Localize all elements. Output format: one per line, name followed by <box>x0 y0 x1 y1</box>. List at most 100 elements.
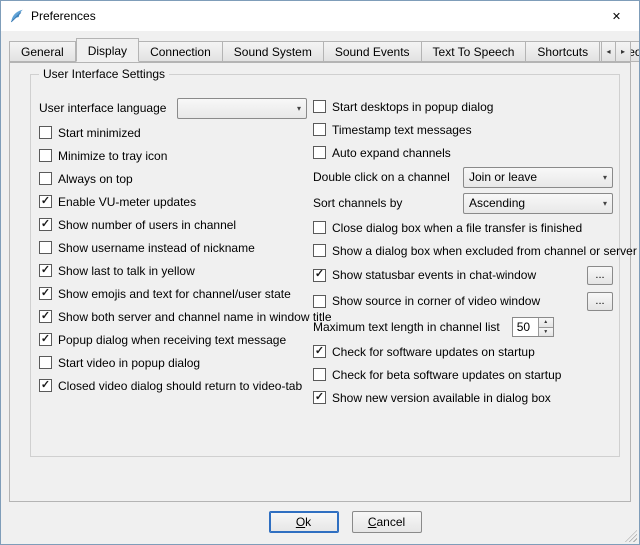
checkbox-row-window-title[interactable]: ✓ Show both server and channel name in w… <box>39 305 307 328</box>
checkbox-label: Show statusbar events in chat-window <box>332 268 536 282</box>
checkbox-row-user-count[interactable]: ✓ Show number of users in channel <box>39 213 307 236</box>
checkbox[interactable]: ✓ <box>39 310 52 323</box>
tab-text-to-speech[interactable]: Text To Speech <box>422 41 527 62</box>
cancel-button[interactable]: Cancel <box>352 511 422 533</box>
checkbox[interactable] <box>313 100 326 113</box>
checkbox-row-excluded-dialog[interactable]: Show a dialog box when excluded from cha… <box>313 239 613 262</box>
checkbox-row-desktop-popup[interactable]: Start desktops in popup dialog <box>313 95 613 118</box>
tab-label: Display <box>88 44 127 58</box>
checkbox[interactable] <box>313 295 326 308</box>
ellipsis-label: ... <box>595 270 604 281</box>
display-tab-pane: User Interface Settings User interface l… <box>9 62 631 502</box>
spinner-down-button[interactable]: ▼ <box>539 328 553 337</box>
checkbox-label: Close dialog box when a file transfer is… <box>332 221 582 235</box>
checkbox-row-updates[interactable]: ✓ Check for software updates on startup <box>313 340 613 363</box>
checkbox-label: Check for beta software updates on start… <box>332 368 561 382</box>
checkbox-row-minimize-tray[interactable]: Minimize to tray icon <box>39 144 307 167</box>
checkbox-row-timestamp[interactable]: Timestamp text messages <box>313 118 613 141</box>
max-text-length-spinner[interactable]: 50 ▲ ▼ <box>512 317 554 337</box>
tab-scroll-control: ◂ ▸ <box>601 41 631 62</box>
left-column: User interface language ▾ Start minimize… <box>39 95 307 397</box>
checkbox-row-video-popup[interactable]: Start video in popup dialog <box>39 351 307 374</box>
tab-connection[interactable]: Connection <box>139 41 223 62</box>
checkbox[interactable]: ✓ <box>39 218 52 231</box>
arrow-left-icon: ◂ <box>606 47 610 56</box>
checkbox[interactable]: ✓ <box>39 287 52 300</box>
tab-shortcuts[interactable]: Shortcuts <box>526 41 600 62</box>
checkbox[interactable] <box>313 146 326 159</box>
checkbox-row-file-transfer[interactable]: Close dialog box when a file transfer is… <box>313 216 613 239</box>
checkbox[interactable]: ✓ <box>313 391 326 404</box>
checkbox[interactable]: ✓ <box>313 345 326 358</box>
checkbox[interactable] <box>313 221 326 234</box>
checkbox-row-always-on-top[interactable]: Always on top <box>39 167 307 190</box>
checkbox[interactable] <box>39 149 52 162</box>
group-title: User Interface Settings <box>39 67 169 81</box>
checkbox-row-start-minimized[interactable]: Start minimized <box>39 121 307 144</box>
chevron-down-icon: ▾ <box>603 173 607 182</box>
tab-label: Sound Events <box>335 45 410 59</box>
checkbox-row-video-return[interactable]: ✓ Closed video dialog should return to v… <box>39 374 307 397</box>
checkbox-row-username[interactable]: Show username instead of nickname <box>39 236 307 259</box>
checkbox[interactable] <box>39 241 52 254</box>
ui-settings-group: User Interface Settings User interface l… <box>30 74 620 457</box>
checkbox-row-new-version[interactable]: ✓ Show new version available in dialog b… <box>313 386 613 409</box>
checkbox-row-auto-expand[interactable]: Auto expand channels <box>313 141 613 164</box>
checkbox[interactable] <box>313 244 326 257</box>
checkbox-label: Start desktops in popup dialog <box>332 100 493 114</box>
checkbox[interactable]: ✓ <box>313 269 326 282</box>
window-title: Preferences <box>31 9 96 23</box>
checkbox[interactable] <box>39 172 52 185</box>
checkmark-icon: ✓ <box>315 392 324 403</box>
video-source-more-button[interactable]: ... <box>587 292 613 311</box>
checkbox-label: Show last to talk in yellow <box>58 264 195 278</box>
checkbox[interactable]: ✓ <box>39 264 52 277</box>
max-text-length-label: Maximum text length in channel list <box>313 320 500 334</box>
sort-channels-select[interactable]: Ascending ▾ <box>463 193 613 214</box>
close-button[interactable]: ✕ <box>594 1 639 31</box>
tab-scroll-right-button[interactable]: ▸ <box>616 41 631 62</box>
language-select[interactable]: ▾ <box>177 98 307 119</box>
spinner-arrows: ▲ ▼ <box>538 318 553 336</box>
max-text-length-row: Maximum text length in channel list 50 ▲… <box>313 314 613 340</box>
checkbox-row-last-talk[interactable]: ✓ Show last to talk in yellow <box>39 259 307 282</box>
checkmark-icon: ✓ <box>315 346 324 357</box>
checkbox-row-vu-meter[interactable]: ✓ Enable VU-meter updates <box>39 190 307 213</box>
arrow-right-icon: ▸ <box>621 47 625 56</box>
ellipsis-label: ... <box>595 296 604 307</box>
sort-channels-value: Ascending <box>469 196 597 210</box>
tab-label: Sound System <box>234 45 312 59</box>
tab-label: Shortcuts <box>537 45 588 59</box>
tab-general[interactable]: General <box>9 41 76 62</box>
checkbox-row-popup-text[interactable]: ✓ Popup dialog when receiving text messa… <box>39 328 307 351</box>
checkbox[interactable]: ✓ <box>39 195 52 208</box>
checkbox-label: Popup dialog when receiving text message <box>58 333 286 347</box>
checkbox[interactable]: ✓ <box>39 333 52 346</box>
ok-button[interactable]: Ok <box>269 511 339 533</box>
checkbox-label: Show source in corner of video window <box>332 294 540 308</box>
checkbox-row-beta-updates[interactable]: Check for beta software updates on start… <box>313 363 613 386</box>
ok-button-label: O <box>296 515 305 529</box>
cancel-button-label-rest: ancel <box>376 515 405 529</box>
right-column: Start desktops in popup dialog Timestamp… <box>313 95 613 409</box>
close-icon: ✕ <box>612 10 621 23</box>
checkmark-icon: ✓ <box>41 334 50 345</box>
tab-display[interactable]: Display <box>76 38 139 62</box>
tab-sound-system[interactable]: Sound System <box>223 41 324 62</box>
tab-scroll-left-button[interactable]: ◂ <box>601 41 616 62</box>
ok-button-label-rest: k <box>305 515 311 529</box>
checkbox-label: Show number of users in channel <box>58 218 236 232</box>
checkbox-label: Show username instead of nickname <box>58 241 255 255</box>
checkbox[interactable] <box>313 123 326 136</box>
checkbox[interactable] <box>313 368 326 381</box>
checkbox[interactable] <box>39 126 52 139</box>
video-source-row: Show source in corner of video window ..… <box>313 288 613 314</box>
tab-label: Connection <box>150 45 211 59</box>
statusbar-events-more-button[interactable]: ... <box>587 266 613 285</box>
spinner-up-button[interactable]: ▲ <box>539 318 553 328</box>
checkbox[interactable] <box>39 356 52 369</box>
checkbox-row-emojis[interactable]: ✓ Show emojis and text for channel/user … <box>39 282 307 305</box>
double-click-select[interactable]: Join or leave ▾ <box>463 167 613 188</box>
checkbox[interactable]: ✓ <box>39 379 52 392</box>
tab-sound-events[interactable]: Sound Events <box>324 41 422 62</box>
